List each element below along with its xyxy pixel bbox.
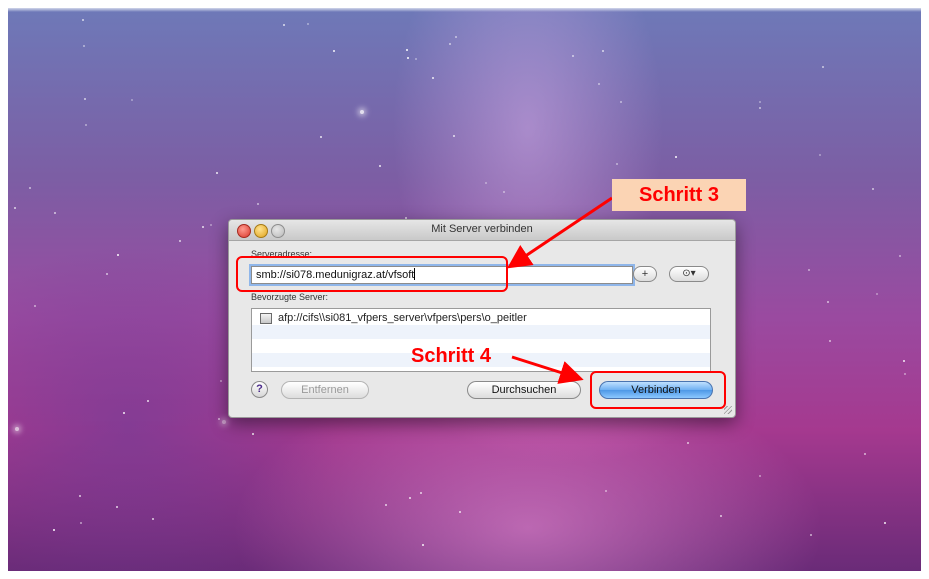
annotation-arrows (507, 196, 613, 384)
step4-arrow (511, 355, 584, 384)
step3-callout: Schritt 3 (612, 179, 746, 211)
step3-arrow (507, 196, 613, 269)
step4-callout: Schritt 4 (411, 345, 492, 367)
